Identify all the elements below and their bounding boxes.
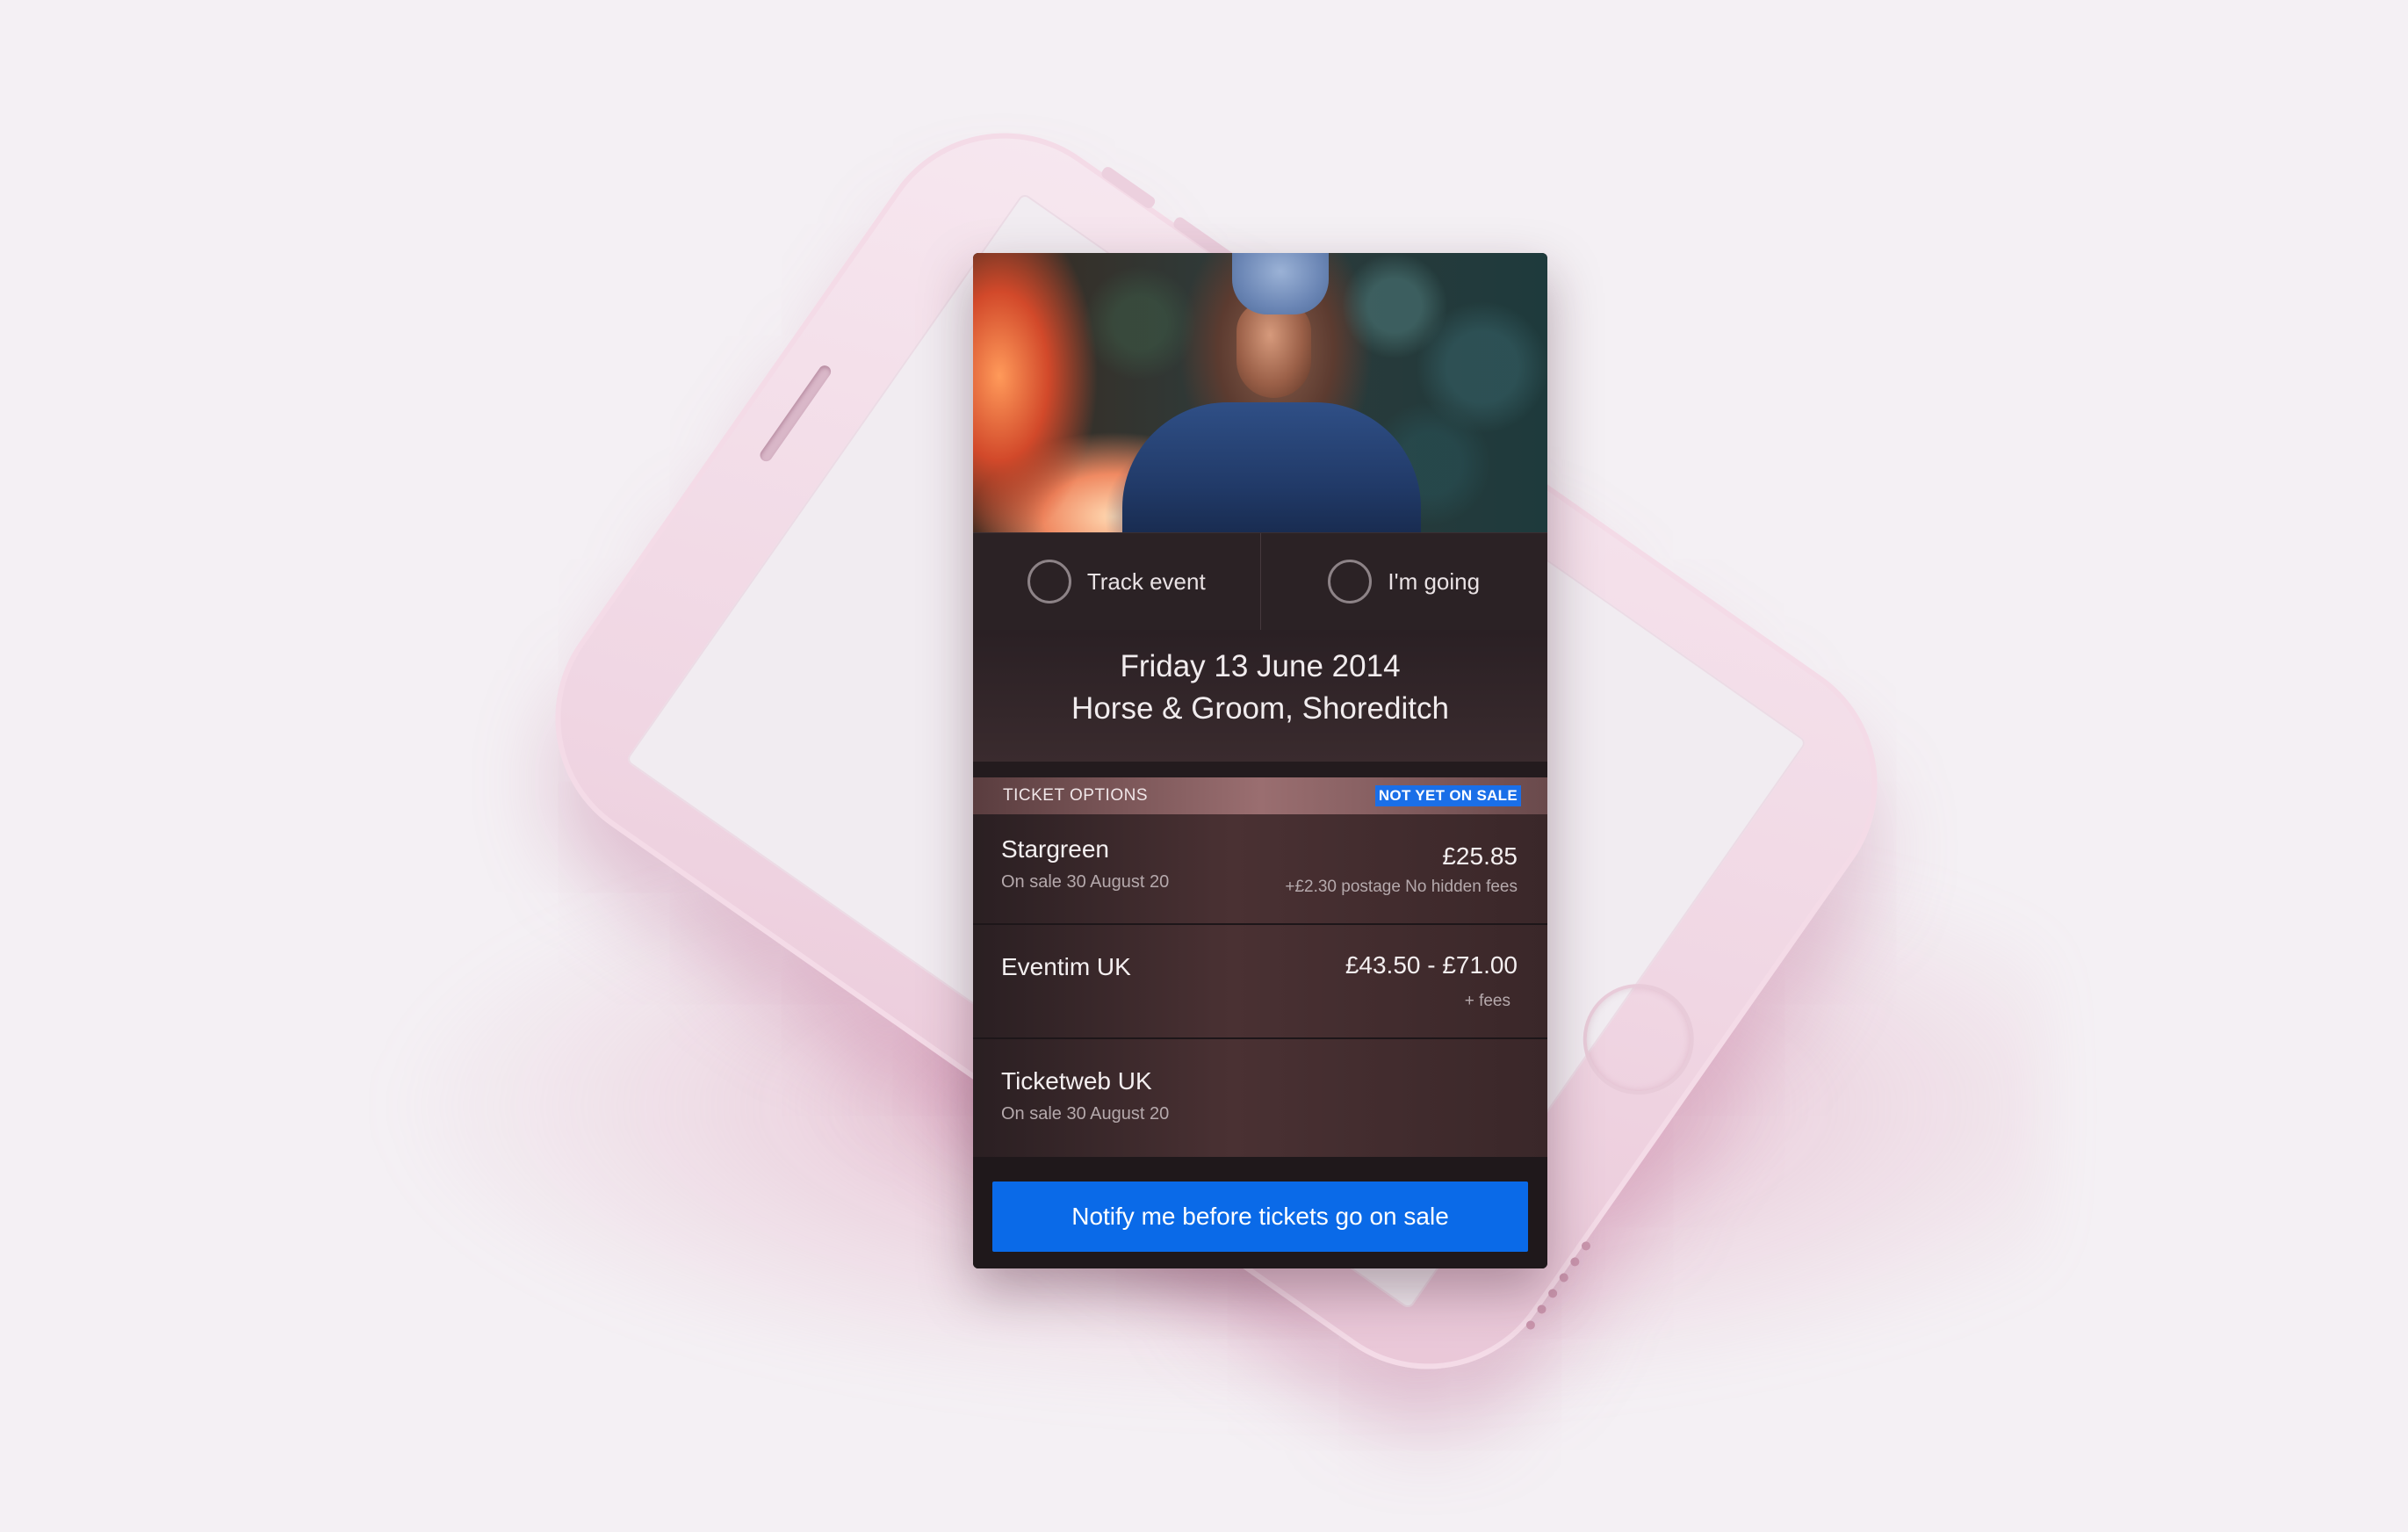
section-title: TICKET OPTIONS <box>1003 786 1149 805</box>
ticket-fees: + fees <box>1464 992 1510 1010</box>
event-date: Friday 13 June 2014 <box>1120 649 1401 683</box>
status-badge: NOT YET ON SALE <box>1374 785 1521 806</box>
sale-info: On sale 30 August 20 <box>1001 1104 1170 1124</box>
track-event-label: Track event <box>1086 567 1206 595</box>
artist-photo <box>973 253 1547 532</box>
event-venue: Horse & Groom, Shoreditch <box>1071 691 1449 726</box>
radio-circle-icon <box>1027 560 1071 603</box>
ticket-price: £43.50 - £71.00 <box>1345 951 1518 979</box>
im-going-toggle[interactable]: I'm going <box>1259 533 1548 630</box>
radio-circle-icon <box>1328 560 1373 603</box>
event-info: Friday 13 June 2014 Horse & Groom, Shore… <box>973 630 1547 762</box>
ticket-price: £25.85 <box>1442 842 1518 870</box>
ticket-options-header: TICKET OPTIONS NOT YET ON SALE <box>973 777 1547 814</box>
event-card: Track event I'm going Friday 13 June 201… <box>973 253 1547 1268</box>
vendor-name: Stargreen <box>1001 835 1109 863</box>
cta-footer: Notify me before tickets go on sale <box>973 1157 1547 1268</box>
ticket-list: Stargreen On sale 30 August 20 £25.85 +£… <box>973 814 1547 1157</box>
ticket-option-eventim[interactable]: Eventim UK £43.50 - £71.00 + fees <box>973 929 1547 1039</box>
im-going-label: I'm going <box>1388 567 1481 595</box>
vendor-name: Ticketweb UK <box>1001 1067 1152 1095</box>
event-actions: Track event I'm going <box>973 532 1547 631</box>
track-event-toggle[interactable]: Track event <box>973 533 1260 630</box>
vendor-name: Eventim UK <box>1001 953 1131 980</box>
ticket-option-ticketweb[interactable]: Ticketweb UK On sale 30 August 20 <box>973 1043 1547 1153</box>
notify-me-button[interactable]: Notify me before tickets go on sale <box>992 1182 1528 1252</box>
ticket-fees: +£2.30 postage No hidden fees <box>1285 878 1518 896</box>
ticket-option-stargreen[interactable]: Stargreen On sale 30 August 20 £25.85 +£… <box>973 814 1547 925</box>
sale-info: On sale 30 August 20 <box>1001 872 1170 892</box>
